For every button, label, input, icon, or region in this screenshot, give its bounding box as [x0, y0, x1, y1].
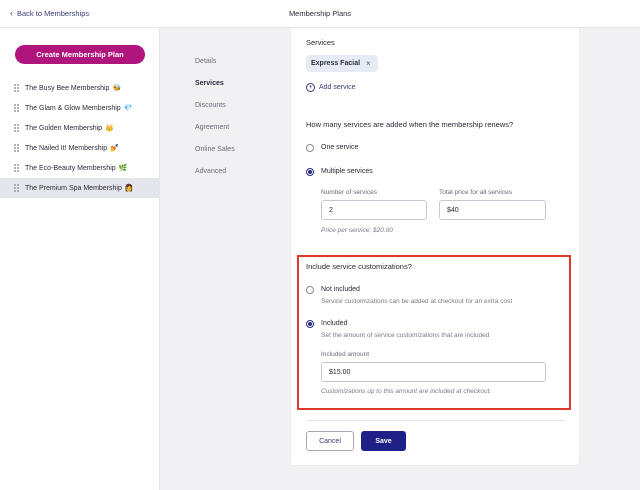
- nav-online-sales[interactable]: Online Sales: [195, 146, 235, 168]
- plan-item[interactable]: The Nailed It! Membership 💅: [0, 138, 159, 158]
- service-chip-label: Express Facial: [311, 60, 361, 67]
- nav-advanced[interactable]: Advanced: [195, 168, 235, 190]
- plan-item[interactable]: The Eco-Beauty Membership 🌿: [0, 158, 159, 178]
- plan-item-label: The Premium Spa Membership: [25, 184, 122, 192]
- one-service-radio[interactable]: [306, 144, 314, 152]
- bee-icon: 🐝: [112, 85, 122, 92]
- plan-item-label: The Eco-Beauty Membership: [25, 164, 116, 172]
- plus-circle-icon: +: [306, 83, 315, 92]
- multiple-services-label: Multiple services: [321, 168, 373, 175]
- drag-handle-icon[interactable]: [14, 123, 19, 133]
- drag-handle-icon[interactable]: [14, 183, 19, 193]
- total-price-input[interactable]: $40: [439, 200, 546, 220]
- service-chip: Express Facial ×: [306, 55, 378, 72]
- nail-polish-icon: 💅: [110, 145, 119, 152]
- plan-item[interactable]: The Golden Membership 👑: [0, 118, 159, 138]
- plan-item-label: The Glam & Glow Membership: [25, 104, 121, 112]
- crown-icon: 👑: [105, 125, 114, 132]
- renew-question: How many services are added when the mem…: [306, 120, 514, 129]
- nav-discounts[interactable]: Discounts: [195, 102, 235, 124]
- drag-handle-icon[interactable]: [14, 83, 19, 93]
- gem-icon: 💎: [123, 105, 133, 112]
- number-of-services-input[interactable]: 2: [321, 200, 427, 220]
- remove-service-icon[interactable]: ×: [366, 59, 371, 68]
- drag-handle-icon[interactable]: [14, 103, 19, 113]
- save-button[interactable]: Save: [361, 431, 406, 451]
- drag-handle-icon[interactable]: [14, 163, 19, 173]
- services-label: Services: [306, 38, 335, 47]
- plan-item-label: The Golden Membership: [25, 124, 103, 132]
- nav-services[interactable]: Services: [195, 80, 235, 102]
- plan-item-label: The Busy Bee Membership: [25, 84, 110, 92]
- nav-details[interactable]: Details: [195, 58, 235, 80]
- sidebar: Create Membership Plan The Busy Bee Memb…: [0, 28, 160, 490]
- page-title: Membership Plans: [288, 9, 352, 18]
- add-service-label: Add service: [319, 84, 356, 91]
- section-nav: Details Services Discounts Agreement Onl…: [195, 58, 235, 190]
- plan-item-label: The Nailed It! Membership: [25, 144, 108, 152]
- add-service-button[interactable]: + Add service: [306, 83, 356, 92]
- customizations-highlight-box: [297, 255, 571, 410]
- cancel-button[interactable]: Cancel: [306, 431, 354, 451]
- nav-agreement[interactable]: Agreement: [195, 124, 235, 146]
- one-service-label: One service: [321, 144, 359, 151]
- herb-icon: 🌿: [118, 165, 128, 172]
- divider: [306, 420, 566, 421]
- total-price-label: Total price for all services: [439, 189, 512, 196]
- top-bar: ‹ Back to Memberships Membership Plans: [0, 0, 640, 28]
- plan-item[interactable]: The Glam & Glow Membership 💎: [0, 98, 159, 118]
- drag-handle-icon[interactable]: [14, 143, 19, 153]
- create-membership-plan-button[interactable]: Create Membership Plan: [15, 45, 145, 64]
- plan-list: The Busy Bee Membership 🐝 The Glam & Glo…: [0, 78, 159, 198]
- plan-item-selected[interactable]: The Premium Spa Membership 👩: [0, 178, 159, 198]
- number-of-services-label: Number of services: [321, 189, 377, 196]
- plan-item[interactable]: The Busy Bee Membership 🐝: [0, 78, 159, 98]
- woman-icon: 👩: [124, 185, 134, 192]
- multiple-services-radio[interactable]: [306, 168, 314, 176]
- price-per-service-hint: Price per service: $20.00: [321, 227, 393, 234]
